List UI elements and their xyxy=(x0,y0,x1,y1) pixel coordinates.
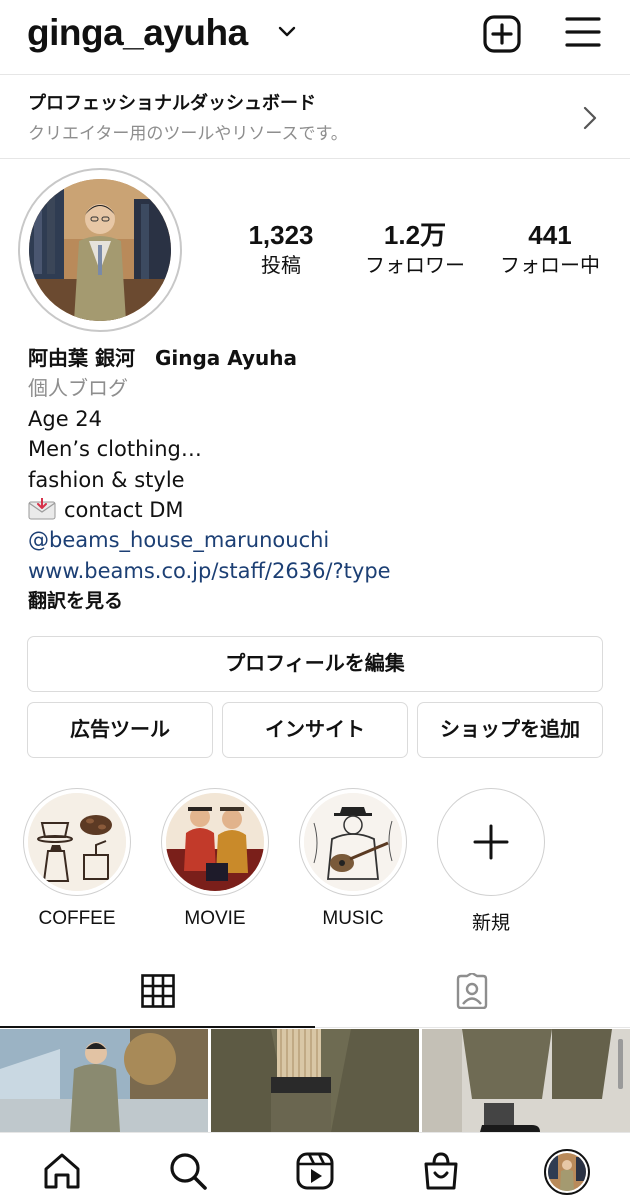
website-link[interactable]: www.beams.co.jp/staff/2636/?type xyxy=(28,556,608,586)
highlight-ring xyxy=(161,788,269,896)
coffee-highlight-image xyxy=(28,793,126,891)
music-highlight-image xyxy=(304,793,402,891)
post-thumbnail[interactable] xyxy=(211,1029,419,1132)
highlight-label: MOVIE xyxy=(184,908,246,929)
followers-stat[interactable]: 1.2万 フォロワー xyxy=(356,220,474,280)
highlight-ring xyxy=(299,788,407,896)
tab-posts-grid[interactable] xyxy=(0,960,315,1028)
menu-icon[interactable] xyxy=(565,16,601,48)
highlight-new[interactable]: 新規 xyxy=(436,788,546,935)
envelope-icon xyxy=(28,497,56,520)
reels-icon[interactable] xyxy=(295,1151,335,1191)
bio-line: fashion & style xyxy=(28,467,185,492)
insights-button[interactable]: インサイト xyxy=(222,702,408,758)
followers-label: フォロワー xyxy=(365,253,465,277)
chevron-right-icon xyxy=(583,106,597,130)
bio-line: Age 24 xyxy=(28,406,103,431)
post-thumbnail[interactable] xyxy=(422,1029,630,1132)
bio-contact-line: contact DM xyxy=(28,495,608,525)
following-label: フォロー中 xyxy=(500,253,600,277)
tab-tagged[interactable] xyxy=(315,960,630,1028)
highlight-movie[interactable]: MOVIE xyxy=(160,788,270,930)
shop-icon[interactable] xyxy=(421,1151,461,1191)
following-stat[interactable]: 441 フォロー中 xyxy=(492,220,608,280)
movie-highlight-image xyxy=(166,793,264,891)
profile-avatar[interactable] xyxy=(29,179,171,321)
top-bar: ginga_ayuha xyxy=(0,0,630,74)
highlight-ring xyxy=(23,788,131,896)
post-thumbnail[interactable] xyxy=(0,1029,208,1132)
profile-avatar[interactable] xyxy=(544,1149,590,1195)
plus-icon xyxy=(473,824,509,860)
username-title[interactable]: ginga_ayuha xyxy=(27,12,248,54)
posts-count: 1,323 xyxy=(248,220,314,250)
tagged-icon xyxy=(456,973,488,1009)
posts-stat[interactable]: 1,323 投稿 xyxy=(236,220,326,280)
account-category: 個人ブログ xyxy=(28,376,128,401)
bottom-navigation xyxy=(0,1132,630,1196)
profile-avatar-ring[interactable] xyxy=(18,168,182,332)
posts-grid xyxy=(0,1029,630,1132)
contact-text: contact DM xyxy=(64,497,184,522)
grid-icon xyxy=(141,974,175,1008)
posts-label: 投稿 xyxy=(261,253,301,277)
highlight-label: COFFEE xyxy=(38,908,116,929)
highlight-music[interactable]: MUSIC xyxy=(298,788,408,930)
professional-dashboard-title: プロフェッショナルダッシュボード xyxy=(28,93,316,114)
professional-dashboard-row[interactable]: プロフェッショナルダッシュボード クリエイター用のツールやリソースです。 xyxy=(0,74,630,159)
edit-profile-button[interactable]: プロフィールを編集 xyxy=(27,636,603,692)
see-translation-link[interactable]: 翻訳を見る xyxy=(28,586,608,616)
ad-tools-button[interactable]: 広告ツール xyxy=(27,702,213,758)
profile-bio: 阿由葉 銀河 Ginga Ayuha 個人ブログ Age 24 Men’s cl… xyxy=(28,343,608,617)
highlight-label: 新規 xyxy=(471,913,510,934)
highlight-label: MUSIC xyxy=(322,908,384,929)
highlight-ring xyxy=(437,788,545,896)
new-post-icon[interactable] xyxy=(482,14,522,54)
mention-link[interactable]: @beams_house_marunouchi xyxy=(28,525,608,555)
following-count: 441 xyxy=(528,220,572,250)
followers-count: 1.2万 xyxy=(383,220,447,250)
search-icon[interactable] xyxy=(168,1151,208,1191)
new-highlight-button xyxy=(442,793,540,891)
profile-tabs xyxy=(0,960,630,1028)
home-icon[interactable] xyxy=(42,1151,82,1191)
professional-dashboard-subtitle: クリエイター用のツールやリソースです。 xyxy=(28,124,348,144)
chevron-down-icon[interactable] xyxy=(276,20,298,42)
highlight-coffee[interactable]: COFFEE xyxy=(22,788,132,930)
add-shop-button[interactable]: ショップを追加 xyxy=(417,702,603,758)
bio-line: Men’s clothing… xyxy=(28,437,202,462)
display-name: 阿由葉 銀河 Ginga Ayuha xyxy=(28,346,298,370)
